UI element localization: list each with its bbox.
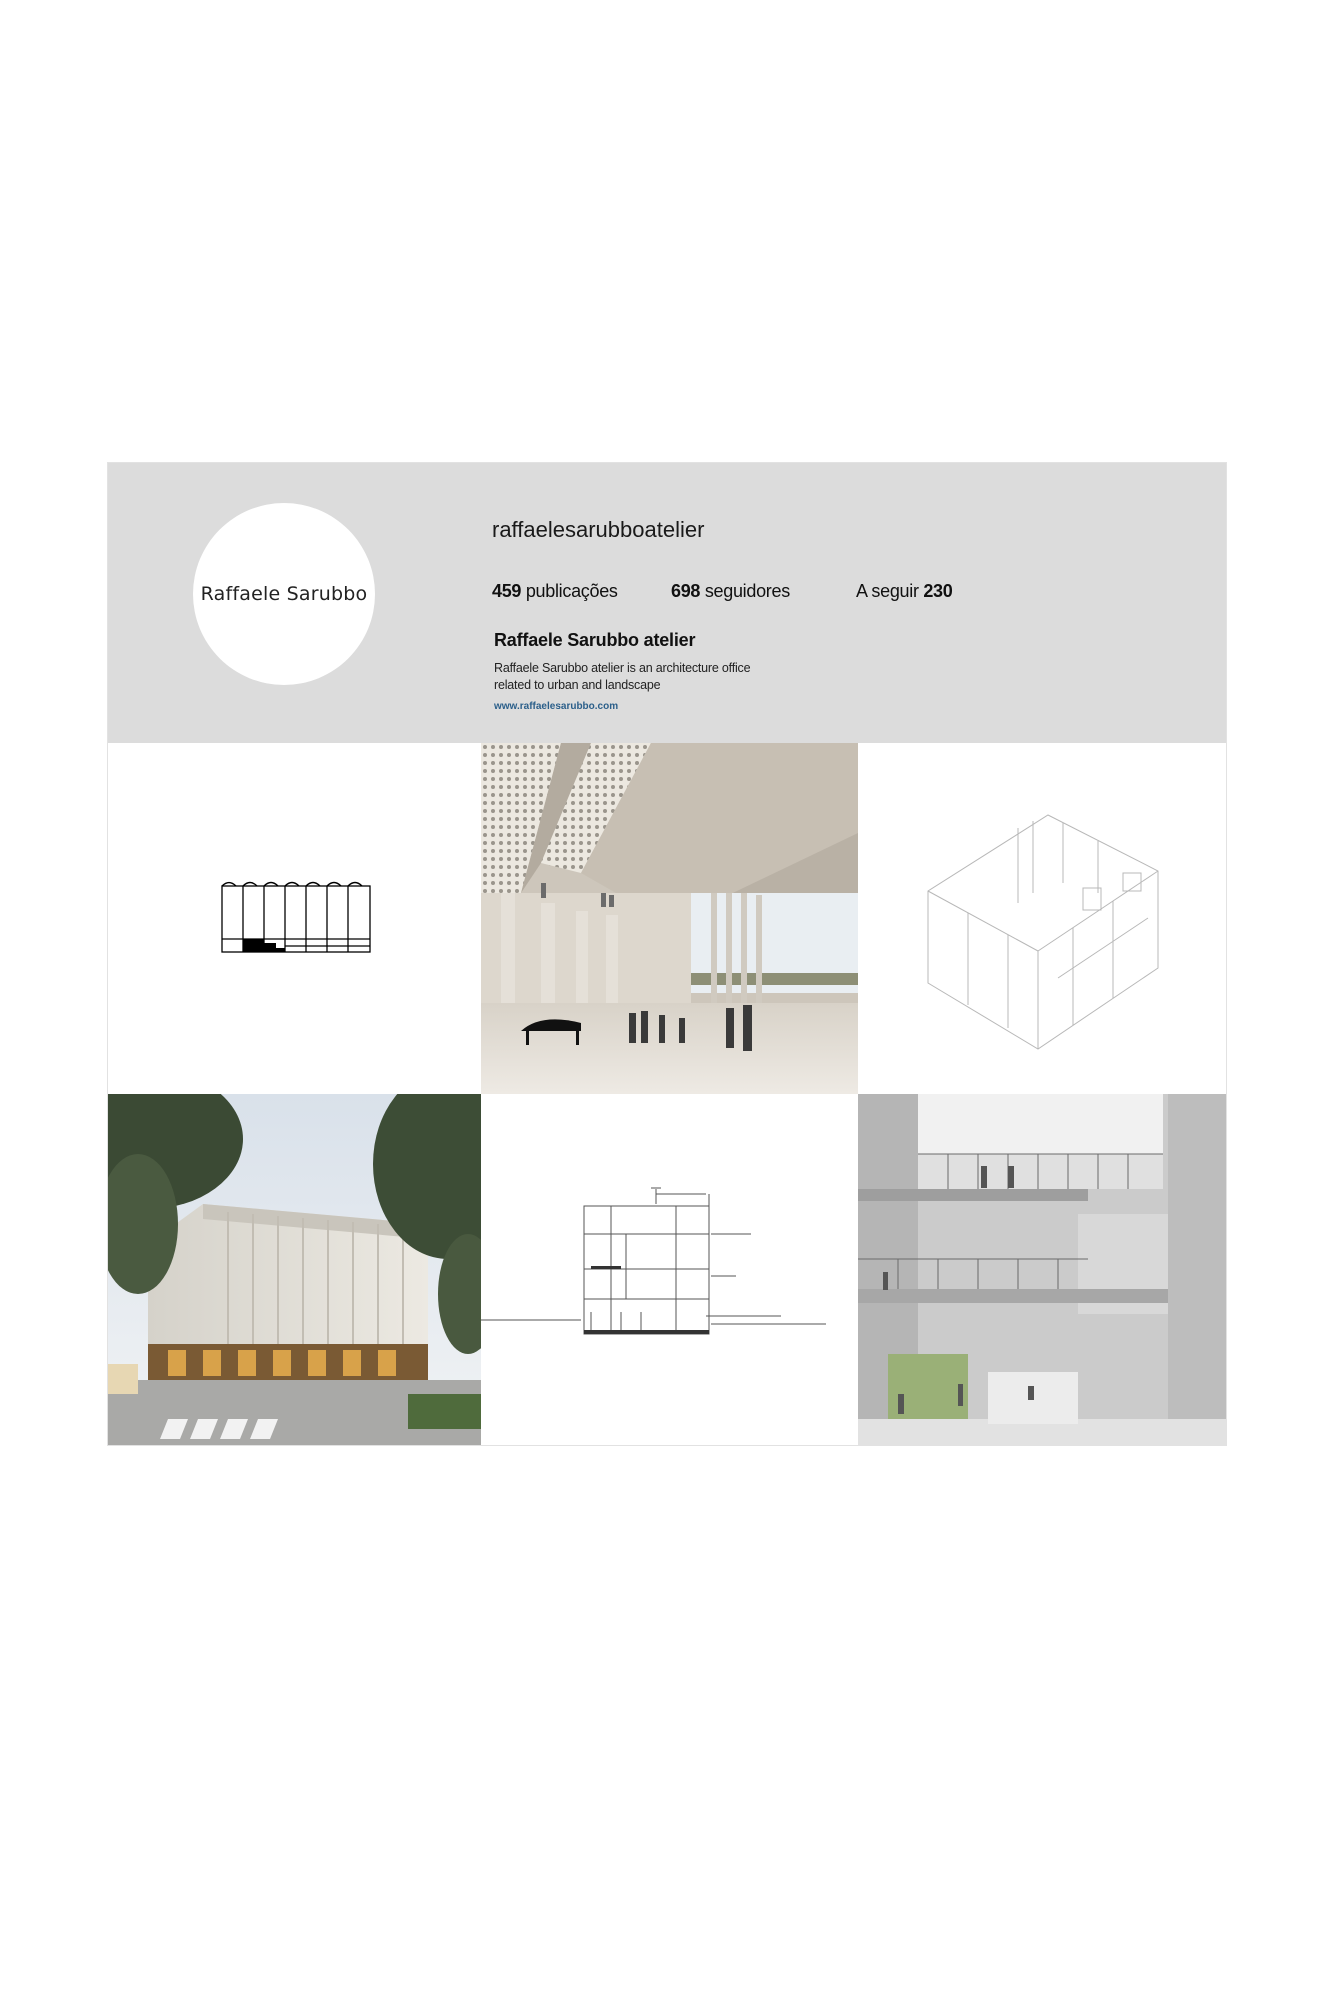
followers-count: 698 [671, 581, 701, 601]
post-building-exterior-photo[interactable] [108, 1094, 481, 1445]
post-elevation-drawing[interactable] [108, 743, 481, 1094]
posts-count: 459 [492, 581, 522, 601]
section-drawing-image [481, 1094, 858, 1445]
followers-label: seguidores [704, 581, 790, 601]
interior-hall-render-image [481, 743, 858, 1094]
profile-card: Raffaele Sarubbo raffaelesarubboatelier … [107, 462, 1227, 1446]
axonometric-drawing-image [858, 743, 1226, 1094]
post-axonometric-drawing[interactable] [858, 743, 1226, 1094]
full-name: Raffaele Sarubbo atelier [494, 630, 696, 650]
following-count: 230 [923, 581, 953, 601]
post-interior-hall-render[interactable] [481, 743, 858, 1094]
post-atrium-interior-render[interactable] [858, 1094, 1226, 1445]
followers-stat[interactable]: 698 seguidores [671, 581, 790, 602]
posts-stat: 459 publicações [492, 581, 618, 602]
username: raffaelesarubboatelier [492, 517, 705, 542]
building-exterior-photo-image [108, 1094, 481, 1445]
website-link[interactable]: www.raffaelesarubbo.com [494, 701, 618, 712]
profile-stats: 459 publicações 698 seguidores A seguir … [492, 581, 992, 609]
following-label: A seguir [856, 581, 919, 601]
post-section-drawing[interactable] [481, 1094, 858, 1445]
avatar[interactable]: Raffaele Sarubbo [193, 503, 375, 685]
following-stat[interactable]: A seguir 230 [856, 581, 953, 602]
posts-label: publicações [525, 581, 618, 601]
elevation-drawing-image [108, 743, 481, 1094]
profile-header: Raffaele Sarubbo raffaelesarubboatelier … [108, 463, 1226, 743]
bio-text: Raffaele Sarubbo atelier is an architect… [494, 661, 751, 692]
posts-grid [108, 743, 1228, 1445]
atrium-interior-render-image [858, 1094, 1226, 1445]
